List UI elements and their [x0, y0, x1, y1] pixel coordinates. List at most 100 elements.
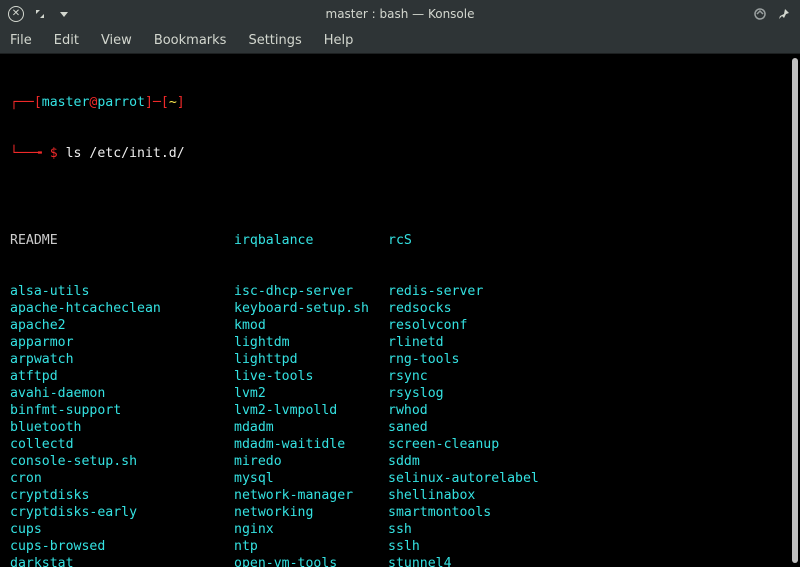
list-item: shellinabox: [388, 487, 475, 504]
menu-bookmarks[interactable]: Bookmarks: [154, 33, 227, 48]
list-item: ssh: [388, 521, 412, 538]
close-icon[interactable]: ✕: [8, 6, 24, 22]
list-item: lvm2: [234, 385, 388, 402]
menu-help[interactable]: Help: [324, 33, 354, 48]
list-row: cryptdisks-earlynetworkingsmartmontools: [10, 504, 794, 521]
titlebar-controls-right: [752, 6, 792, 22]
list-item: sddm: [388, 453, 420, 470]
list-item: live-tools: [234, 368, 388, 385]
prompt-host: parrot: [97, 95, 145, 110]
list-item: lightdm: [234, 334, 388, 351]
prompt-dollar: $: [50, 146, 58, 161]
prompt-bracket: ┌──[: [10, 95, 42, 110]
list-item: networking: [234, 504, 388, 521]
list-row: cupsnginxssh: [10, 521, 794, 538]
list-item: console-setup.sh: [10, 453, 234, 470]
menu-edit[interactable]: Edit: [54, 33, 79, 48]
prompt-line-1: ┌──[master@parrot]─[~]: [10, 94, 794, 111]
list-item: darkstat: [10, 555, 234, 567]
list-row: apache-htcachecleankeyboard-setup.shreds…: [10, 300, 794, 317]
list-row: darkstatopen-vm-toolsstunnel4: [10, 555, 794, 567]
list-item: rcS: [388, 232, 412, 249]
list-row: alsa-utilsisc-dhcp-serverredis-server: [10, 283, 794, 300]
prompt-command: ls /etc/init.d/: [58, 146, 185, 161]
list-row: cronmysqlselinux-autorelabel: [10, 470, 794, 487]
list-item: ntp: [234, 538, 388, 555]
list-item: apparmor: [10, 334, 234, 351]
keep-above-icon[interactable]: [752, 6, 768, 22]
list-item: alsa-utils: [10, 283, 234, 300]
list-row: cups-browsedntpsslh: [10, 538, 794, 555]
ls-output: READMEirqbalancercS alsa-utilsisc-dhcp-s…: [10, 198, 794, 567]
prompt-bracket: ]─[: [145, 95, 169, 110]
list-item: atftpd: [10, 368, 234, 385]
list-item: saned: [388, 419, 428, 436]
list-item: redis-server: [388, 283, 483, 300]
list-item: keyboard-setup.sh: [234, 300, 388, 317]
terminal-content: ┌──[master@parrot]─[~] └──╼ $ ls /etc/in…: [6, 60, 794, 567]
list-row: apparmorlightdmrlinetd: [10, 334, 794, 351]
list-row: cryptdisksnetwork-managershellinabox: [10, 487, 794, 504]
scrollbar[interactable]: [792, 58, 798, 563]
list-item: mdadm-waitidle: [234, 436, 388, 453]
maximize-icon[interactable]: [32, 6, 48, 22]
list-item: cryptdisks-early: [10, 504, 234, 521]
list-row: apache2kmodresolvconf: [10, 317, 794, 334]
terminal-area[interactable]: ┌──[master@parrot]─[~] └──╼ $ ls /etc/in…: [0, 54, 800, 567]
list-item: arpwatch: [10, 351, 234, 368]
list-item: open-vm-tools: [234, 555, 388, 567]
list-item: binfmt-support: [10, 402, 234, 419]
list-item: apache2: [10, 317, 234, 334]
list-item: avahi-daemon: [10, 385, 234, 402]
menubar: File Edit View Bookmarks Settings Help: [0, 28, 800, 54]
list-item: redsocks: [388, 300, 452, 317]
pin-icon[interactable]: [776, 6, 792, 22]
titlebar: ✕ master : bash — Konsole: [0, 0, 800, 28]
list-item: kmod: [234, 317, 388, 334]
menu-settings[interactable]: Settings: [248, 33, 301, 48]
list-item: smartmontools: [388, 504, 491, 521]
list-item: cron: [10, 470, 234, 487]
titlebar-controls-left: ✕: [8, 6, 72, 22]
list-item: mdadm: [234, 419, 388, 436]
list-row: console-setup.shmiredosddm: [10, 453, 794, 470]
list-item: selinux-autorelabel: [388, 470, 539, 487]
prompt-user: master: [42, 95, 90, 110]
list-item: mysql: [234, 470, 388, 487]
list-row: READMEirqbalancercS: [10, 232, 794, 249]
list-item: stunnel4: [388, 555, 452, 567]
list-item: resolvconf: [388, 317, 467, 334]
window-title: master : bash — Konsole: [326, 7, 475, 21]
minimize-icon[interactable]: [56, 6, 72, 22]
prompt-arrow: └──╼: [10, 146, 50, 161]
prompt-line-2: └──╼ $ ls /etc/init.d/: [10, 145, 794, 162]
list-item: isc-dhcp-server: [234, 283, 388, 300]
list-item: irqbalance: [234, 232, 388, 249]
list-item: rsyslog: [388, 385, 444, 402]
list-item: lvm2-lvmpolld: [234, 402, 388, 419]
list-row: bluetoothmdadmsaned: [10, 419, 794, 436]
list-item: sslh: [388, 538, 420, 555]
list-row: avahi-daemonlvm2rsyslog: [10, 385, 794, 402]
list-item: screen-cleanup: [388, 436, 499, 453]
list-item: bluetooth: [10, 419, 234, 436]
list-item: apache-htcacheclean: [10, 300, 234, 317]
list-item: cups-browsed: [10, 538, 234, 555]
list-item: cups: [10, 521, 234, 538]
list-item: rng-tools: [388, 351, 459, 368]
list-item: lighttpd: [234, 351, 388, 368]
menu-view[interactable]: View: [101, 33, 132, 48]
list-item: miredo: [234, 453, 388, 470]
menu-file[interactable]: File: [10, 33, 32, 48]
list-item: README: [10, 232, 234, 249]
list-item: nginx: [234, 521, 388, 538]
list-row: arpwatchlighttpdrng-tools: [10, 351, 794, 368]
list-item: collectd: [10, 436, 234, 453]
list-item: network-manager: [234, 487, 388, 504]
list-row: collectdmdadm-waitidlescreen-cleanup: [10, 436, 794, 453]
prompt-bracket: ]: [177, 95, 185, 110]
list-item: rlinetd: [388, 334, 444, 351]
list-row: atftpdlive-toolsrsync: [10, 368, 794, 385]
list-item: rsync: [388, 368, 428, 385]
list-item: cryptdisks: [10, 487, 234, 504]
